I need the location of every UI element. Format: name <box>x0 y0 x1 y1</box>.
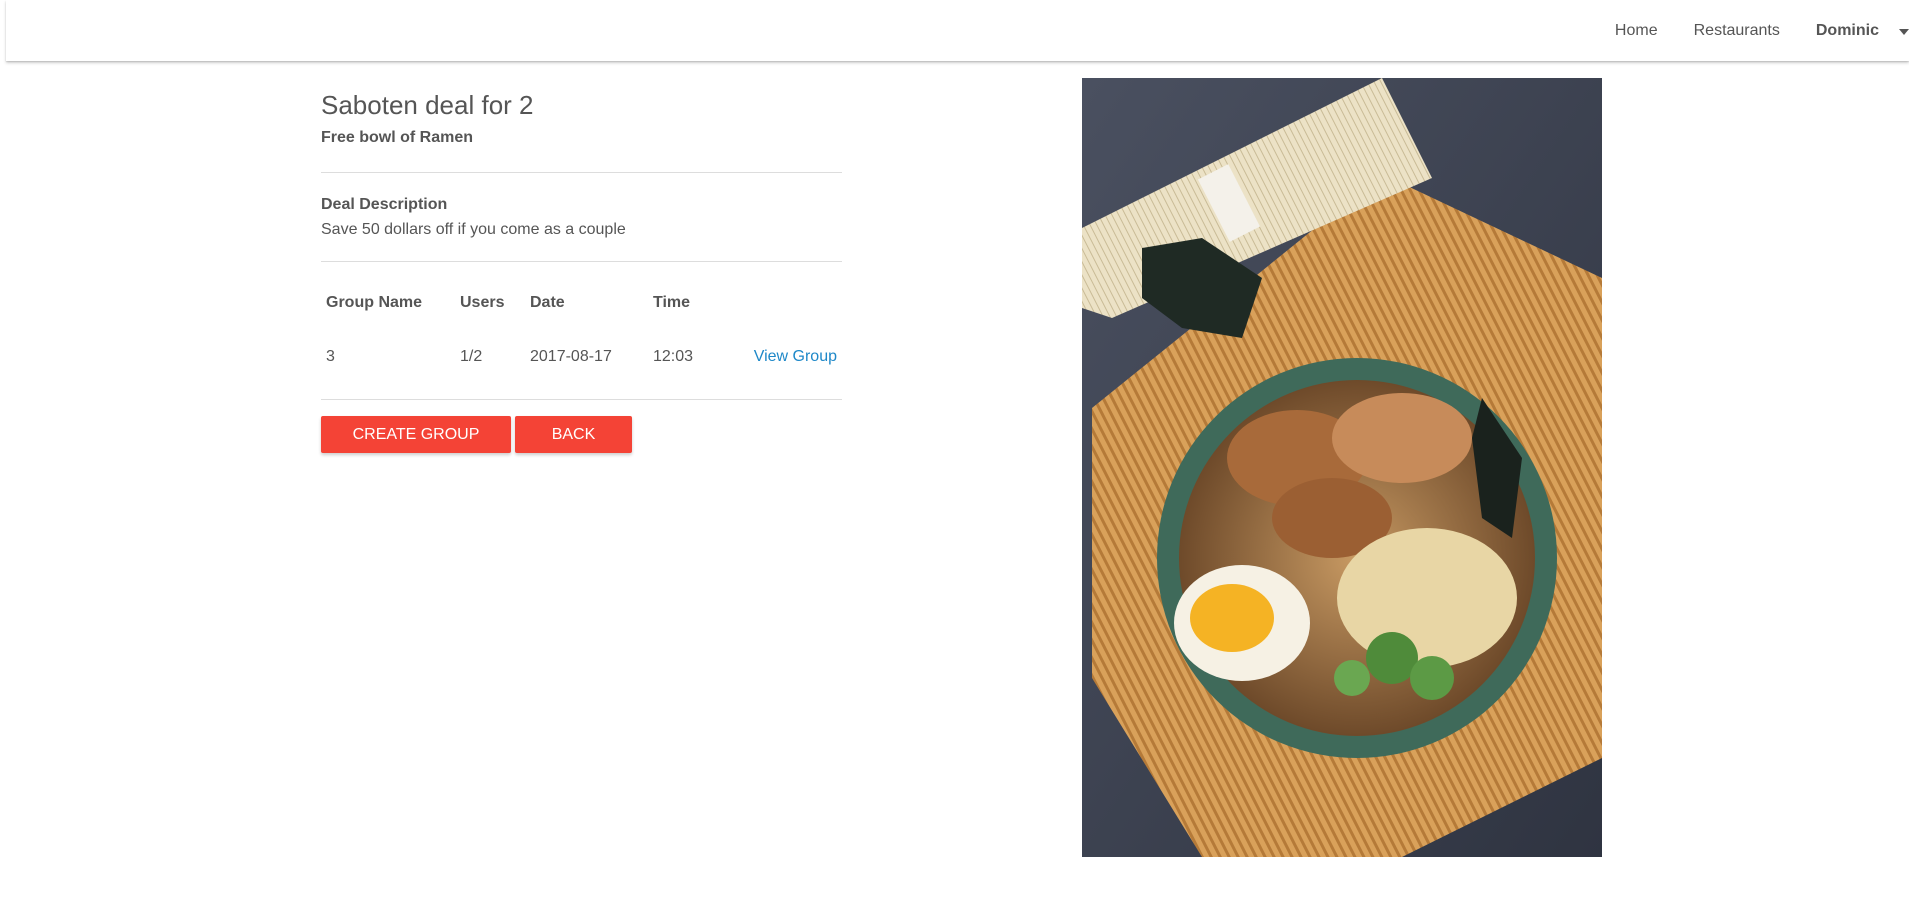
deal-details-panel: Saboten deal for 2 Free bowl of Ramen De… <box>321 88 842 453</box>
nav-restaurants-link[interactable]: Restaurants <box>1694 22 1780 40</box>
column-header-action <box>748 290 842 316</box>
deal-description-label: Deal Description <box>321 196 448 213</box>
deal-description-text: Save 50 dollars off if you come as a cou… <box>321 221 626 238</box>
cell-time: 12:03 <box>653 348 694 365</box>
nav-links: Home Restaurants Dominic <box>1615 0 1909 61</box>
view-group-link[interactable]: View Group <box>754 348 837 365</box>
column-header-group-name: Group Name <box>326 294 423 311</box>
column-header-users: Users <box>460 294 505 311</box>
chevron-down-icon[interactable] <box>1899 28 1909 35</box>
cell-action: View Group <box>748 344 842 370</box>
groups-table: Group Name Users Date Time 3 1/2 2017-08… <box>321 290 842 370</box>
column-header-date: Date <box>530 294 565 311</box>
nav-home-link[interactable]: Home <box>1615 22 1658 40</box>
back-button[interactable]: BACK <box>515 416 632 453</box>
column-header-time: Time <box>653 294 691 311</box>
action-buttons: CREATE GROUP BACK <box>321 416 842 453</box>
cell-users: 1/2 <box>460 348 483 365</box>
table-header-row: Group Name Users Date Time <box>321 290 842 316</box>
create-group-button[interactable]: CREATE GROUP <box>321 416 511 453</box>
deal-subtitle: Free bowl of Ramen <box>321 129 474 146</box>
ramen-photo <box>1082 78 1602 857</box>
nav-user-menu[interactable]: Dominic <box>1816 22 1879 40</box>
table-row: 3 1/2 2017-08-17 12:03 View Group <box>321 344 842 370</box>
deal-title: Saboten deal for 2 <box>321 90 534 120</box>
top-navbar: Home Restaurants Dominic <box>6 0 1909 61</box>
divider <box>321 399 842 400</box>
divider <box>321 261 842 262</box>
cell-date: 2017-08-17 <box>530 348 612 365</box>
divider <box>321 172 842 173</box>
cell-group-name: 3 <box>326 348 335 365</box>
